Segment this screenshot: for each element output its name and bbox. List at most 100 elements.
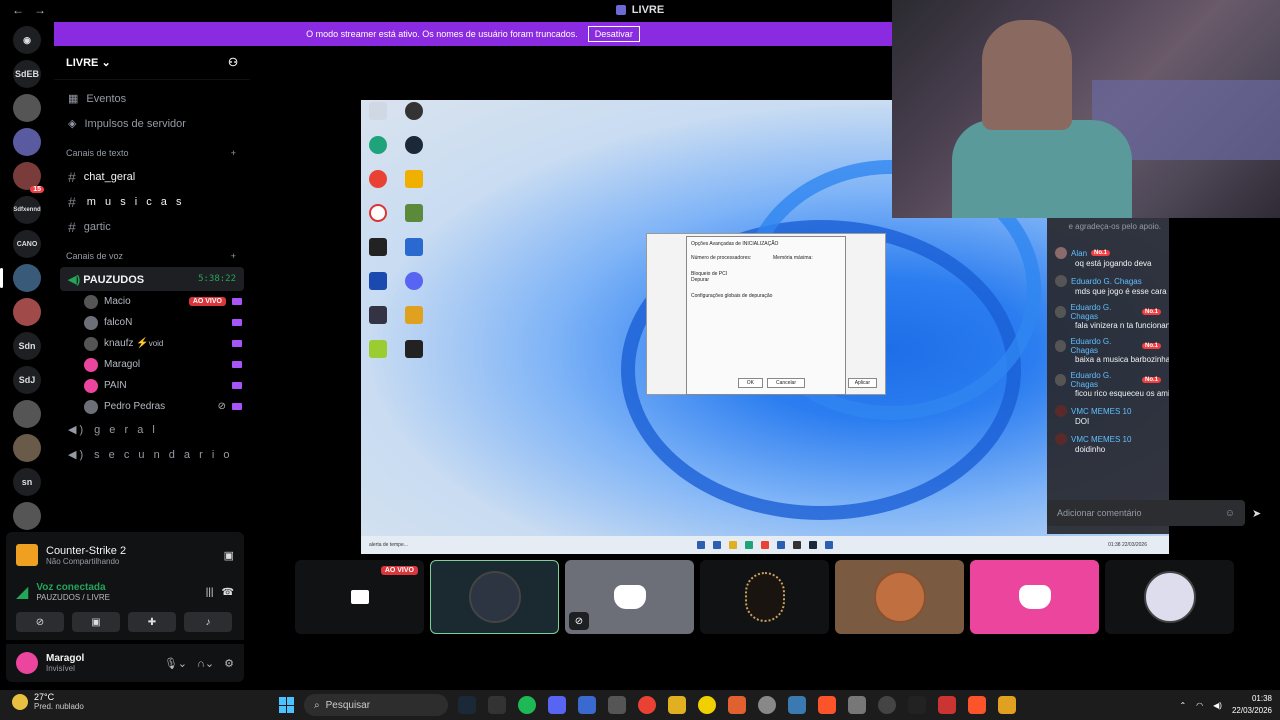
- shield-icon[interactable]: [788, 696, 806, 714]
- channel-musicas[interactable]: # m u s i c a s: [54, 189, 250, 214]
- opera-icon[interactable]: [365, 204, 391, 230]
- discord-home-icon[interactable]: ◉: [13, 26, 41, 54]
- epic-icon[interactable]: [488, 696, 506, 714]
- add-member-icon[interactable]: ⚇: [228, 56, 238, 69]
- voice-user[interactable]: Macio AO VIVO: [54, 291, 250, 312]
- server-icon-sdfxennd[interactable]: Sdfxennd: [13, 196, 41, 224]
- voice-user[interactable]: falcoN: [54, 312, 250, 333]
- brave-icon[interactable]: [818, 696, 836, 714]
- app-icon[interactable]: [938, 696, 956, 714]
- forward-arrow-icon[interactable]: →: [34, 3, 46, 17]
- app-icon[interactable]: [578, 696, 596, 714]
- boot-options-dialog[interactable]: Opções Avançadas de INICIALIZAÇÃO Número…: [686, 236, 877, 395]
- channel-chat-geral[interactable]: # chat_geral: [54, 164, 250, 189]
- disable-streamer-button[interactable]: Desativar: [587, 26, 640, 42]
- ps-icon[interactable]: [365, 272, 391, 298]
- discord-icon[interactable]: [548, 696, 566, 714]
- spotify-icon[interactable]: [518, 696, 536, 714]
- avatar[interactable]: [16, 652, 38, 674]
- server-icon-6[interactable]: [13, 434, 41, 462]
- add-channel-icon[interactable]: +: [231, 148, 236, 158]
- app-icon[interactable]: [728, 696, 746, 714]
- disconnect-icon[interactable]: ☎: [222, 587, 234, 598]
- screen-share-button[interactable]: ▣: [72, 612, 120, 632]
- server-icon-ring[interactable]: [13, 94, 41, 122]
- processors-checkbox[interactable]: Número de processadores:: [691, 255, 841, 261]
- debug-checkbox[interactable]: Depurar: [691, 277, 841, 283]
- brave-icon[interactable]: [968, 696, 986, 714]
- start-button-icon[interactable]: [279, 697, 295, 713]
- activities-button[interactable]: ✚: [128, 612, 176, 632]
- tiktok-icon[interactable]: [908, 696, 926, 714]
- edge-icon[interactable]: [365, 136, 391, 162]
- weather-widget[interactable]: 27°C Pred. nublado: [12, 692, 84, 711]
- server-icon-7[interactable]: [13, 502, 41, 530]
- noise-icon[interactable]: |||: [206, 587, 214, 598]
- text-category[interactable]: Canais de texto +: [54, 142, 250, 164]
- voice-channel-pauzudos[interactable]: ◀) PAUZUDOS 5:38:22: [60, 267, 244, 291]
- chrome-icon[interactable]: [638, 696, 656, 714]
- app-icon[interactable]: [758, 696, 776, 714]
- server-icon-livre[interactable]: [0, 264, 41, 292]
- rocket-league-icon[interactable]: [401, 238, 427, 264]
- file-explorer-icon[interactable]: [668, 696, 686, 714]
- app-icon[interactable]: [878, 696, 896, 714]
- cancel-button[interactable]: Cancelar: [766, 378, 805, 388]
- participant-tile-stream[interactable]: AO VIVO: [295, 560, 424, 634]
- mic-icon[interactable]: 🎙︎⌄: [164, 657, 187, 670]
- add-channel-icon[interactable]: +: [231, 251, 236, 261]
- boosts-item[interactable]: ◈ Impulsos de servidor: [54, 111, 250, 136]
- server-icon-sdeb[interactable]: SdEB: [13, 60, 41, 88]
- server-icon-sn[interactable]: sn: [13, 468, 41, 496]
- gta-icon[interactable]: [401, 204, 427, 230]
- app-icon[interactable]: [401, 340, 427, 366]
- ok-button[interactable]: OK: [737, 378, 763, 388]
- discord-desktop-icon[interactable]: [401, 272, 427, 298]
- soundboard-button[interactable]: ♪: [184, 612, 232, 632]
- server-icon-red[interactable]: 15: [13, 162, 44, 193]
- chat-input[interactable]: Adicionar comentário ☺: [1047, 500, 1245, 526]
- volume-icon[interactable]: ◀): [1213, 701, 1222, 710]
- participant-tile-photo[interactable]: [1105, 560, 1234, 634]
- gear-icon[interactable]: [848, 696, 866, 714]
- voice-channel-secundario[interactable]: ◀) s e c u n d a r i o: [54, 442, 250, 467]
- cs2-icon[interactable]: [401, 306, 427, 332]
- game-icon[interactable]: [365, 306, 391, 332]
- clock[interactable]: 01:38 22/03/2026: [1232, 693, 1272, 717]
- server-icon-purple[interactable]: [13, 128, 41, 156]
- voice-user[interactable]: PAIN: [54, 375, 250, 396]
- headphones-icon[interactable]: ∩⌄: [197, 657, 214, 670]
- channel-gartic[interactable]: # gartic: [54, 214, 250, 239]
- msi-icon[interactable]: [365, 340, 391, 366]
- server-icon-cano[interactable]: CANO: [13, 230, 41, 258]
- voice-user[interactable]: knaufz ⚡void: [54, 333, 250, 354]
- rockstar-icon[interactable]: [401, 170, 427, 196]
- server-icon-sdn[interactable]: Sdn: [13, 332, 41, 360]
- voice-channel-geral[interactable]: ◀) g e r a l: [54, 417, 250, 442]
- camera-off-button[interactable]: ⊘: [16, 612, 64, 632]
- server-icon-4[interactable]: [13, 298, 41, 326]
- obs-icon[interactable]: [401, 102, 427, 128]
- recycle-bin-icon[interactable]: [365, 102, 391, 128]
- network-icon[interactable]: ◠: [1196, 701, 1203, 710]
- steam-icon[interactable]: [458, 696, 476, 714]
- gear-icon[interactable]: ⚙: [224, 657, 234, 670]
- voice-channel-path[interactable]: PAUZUDOS / LIVRE: [36, 593, 110, 602]
- epic-icon[interactable]: [365, 238, 391, 264]
- participant-tile-halo[interactable]: [700, 560, 829, 634]
- apply-button[interactable]: Aplicar: [847, 378, 877, 388]
- back-arrow-icon[interactable]: ←: [12, 3, 24, 17]
- participant-tile-maragol[interactable]: [970, 560, 1099, 634]
- send-icon[interactable]: ➤: [1252, 507, 1261, 520]
- cs2-icon[interactable]: [998, 696, 1016, 714]
- chrome-icon[interactable]: [365, 170, 391, 196]
- app-icon[interactable]: [608, 696, 626, 714]
- voice-category[interactable]: Canais de voz +: [54, 245, 250, 267]
- voice-user[interactable]: Maragol: [54, 354, 250, 375]
- max-memory-checkbox[interactable]: Memória máxima:: [773, 255, 813, 261]
- participant-tile-discord[interactable]: ⊘: [565, 560, 694, 634]
- server-icon-5[interactable]: [13, 400, 41, 428]
- server-icon-sdj[interactable]: SdJ: [13, 366, 41, 394]
- emoji-icon[interactable]: ☺: [1225, 508, 1235, 519]
- participant-tile-selected[interactable]: [430, 560, 559, 634]
